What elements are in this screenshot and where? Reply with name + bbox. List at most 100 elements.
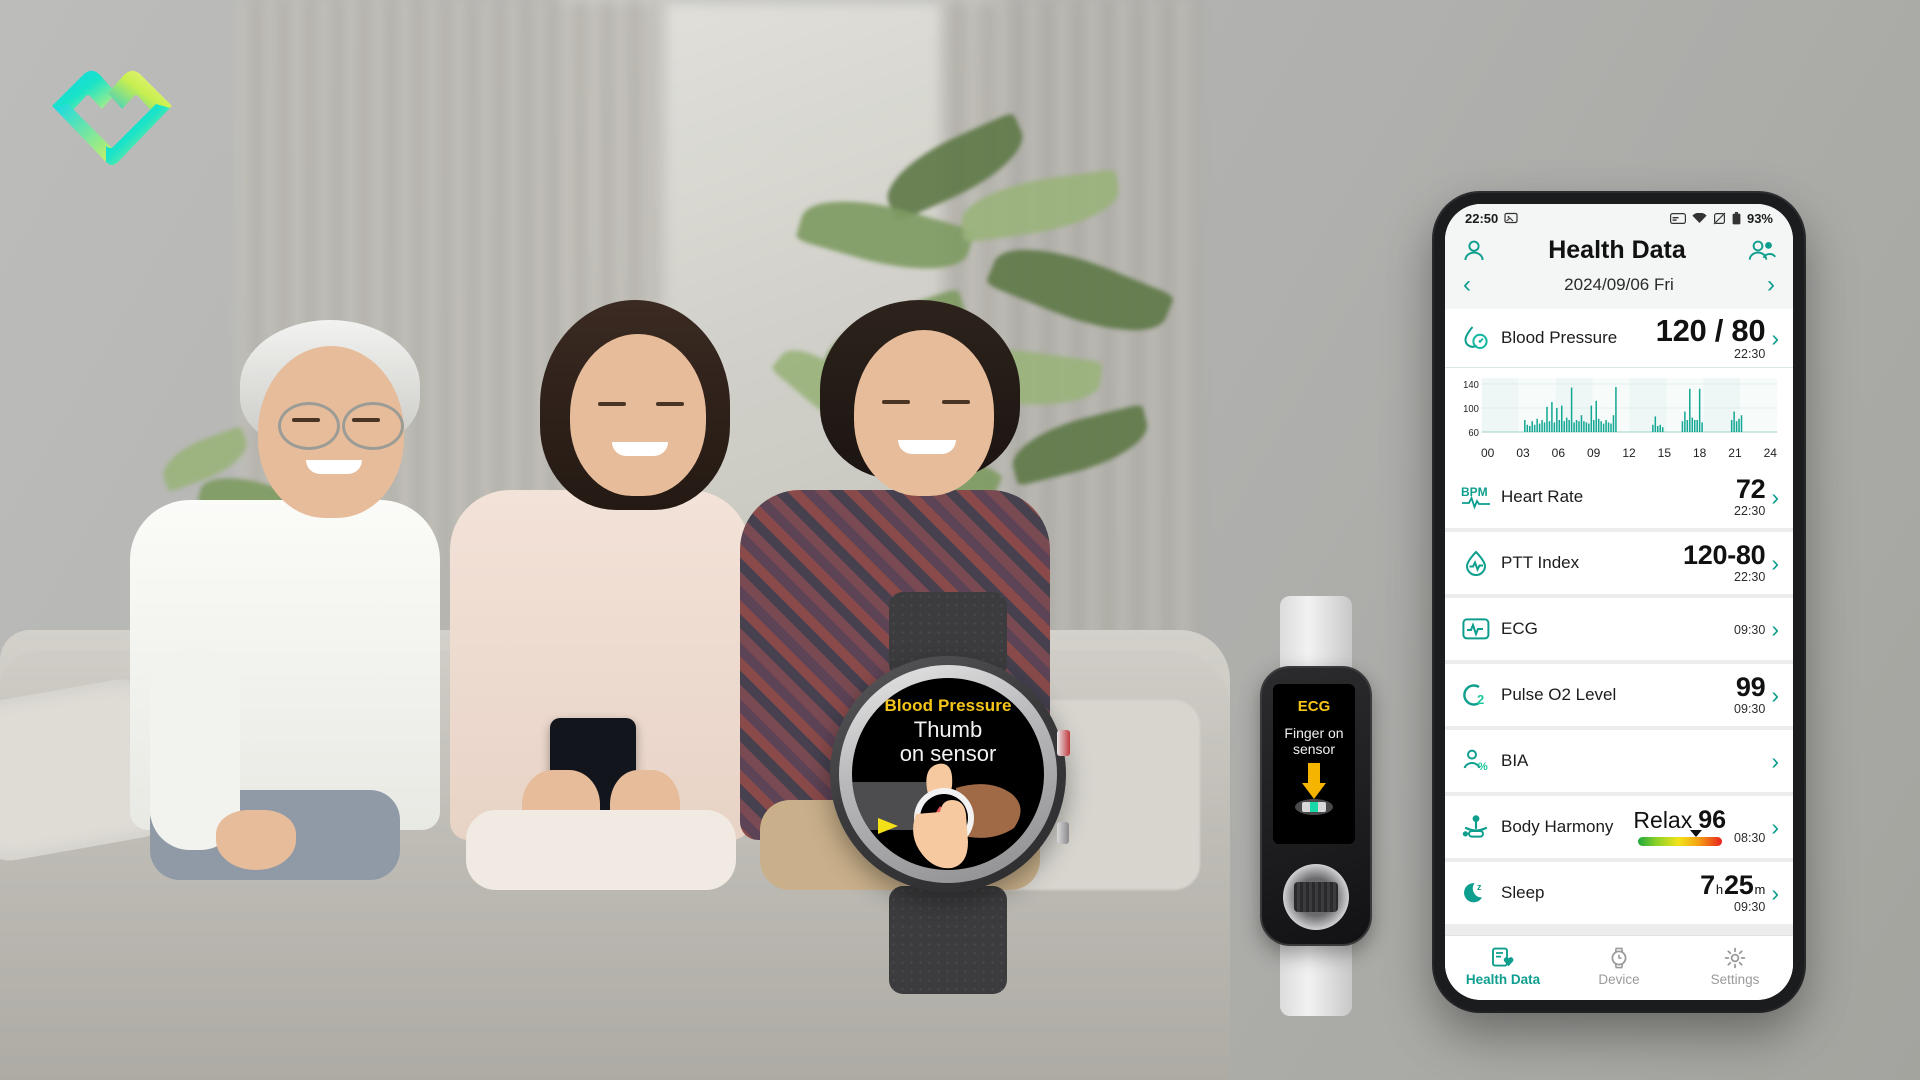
svg-text:%: % — [1478, 761, 1488, 773]
row-sleep[interactable]: z Sleep 7 h 25 m 09:30 › — [1445, 862, 1793, 924]
svg-text:60: 60 — [1468, 428, 1479, 439]
status-bar-right: 93% — [1669, 210, 1773, 226]
band-case: ECG Finger on sensor — [1260, 666, 1372, 946]
watch-strap-bottom — [889, 886, 1007, 994]
row-value: 120-80 — [1683, 540, 1766, 570]
row-value-group: 120-80 22:30 — [1683, 540, 1766, 585]
row-ptt-index[interactable]: PTT Index 120-80 22:30 › — [1445, 532, 1793, 594]
eye — [942, 400, 970, 404]
tab-label: Health Data — [1465, 972, 1541, 987]
eye — [882, 400, 910, 404]
row-bia[interactable]: % BIA › — [1445, 730, 1793, 792]
sleep-hours-unit: h — [1715, 882, 1724, 897]
chevron-right-icon[interactable]: › — [1771, 617, 1779, 641]
sleep-hours: 7 — [1700, 870, 1715, 900]
ptt-index-icon — [1461, 548, 1491, 578]
chevron-right-icon[interactable]: › — [1771, 551, 1779, 575]
chart-x-tick: 18 — [1692, 446, 1707, 460]
date-bar: ‹ 2024/09/06 Fri › — [1445, 273, 1793, 309]
wifi-icon — [1692, 212, 1707, 223]
row-label: ECG — [1501, 619, 1538, 638]
smartphone: 22:50 93% Health Data ‹ 2024/09/06 Fri ›… — [1434, 193, 1804, 1011]
smile — [306, 460, 362, 474]
eye — [656, 402, 684, 406]
chevron-right-icon[interactable]: › — [1767, 273, 1775, 297]
band-instruction-line2: sensor — [1292, 741, 1336, 757]
eye — [598, 402, 626, 406]
head — [570, 334, 706, 496]
chevron-right-icon[interactable]: › — [1771, 683, 1779, 707]
row-time: 09:30 — [1734, 702, 1766, 716]
row-value-group: 99 09:30 — [1734, 672, 1766, 717]
chart-x-tick: 21 — [1728, 446, 1742, 460]
bpm-icon: BPM — [1461, 482, 1491, 512]
sleep-minutes: 25 — [1724, 870, 1754, 900]
watch-crown-top[interactable] — [1057, 730, 1070, 756]
glasses — [342, 402, 404, 450]
row-label: Heart Rate — [1501, 487, 1584, 506]
blood-pressure-chart: 60 100 140 00 03 06 09 12 15 18 21 24 — [1445, 367, 1793, 466]
tab-health-data[interactable]: Health Data — [1446, 947, 1561, 987]
people-icon[interactable] — [1747, 238, 1777, 264]
body-harmony-meditation-icon — [1461, 812, 1491, 842]
harmony-gradient-bar — [1637, 830, 1722, 846]
chevron-right-icon[interactable]: › — [1771, 881, 1779, 905]
page-title: Health Data — [1548, 236, 1686, 264]
row-value-group: Relax 96 08:30 — [1633, 808, 1765, 846]
chart-x-tick: 09 — [1586, 446, 1601, 460]
row-value: 99 — [1735, 672, 1766, 702]
band-sensor-inner — [1294, 882, 1338, 912]
row-time: 22:30 — [1734, 504, 1766, 518]
pulse-o2-icon: 2 — [1461, 680, 1491, 710]
chart-x-tick: 06 — [1551, 446, 1566, 460]
row-pulse-o2[interactable]: 2 Pulse O2 Level 99 09:30 › — [1445, 664, 1793, 726]
watch-screen[interactable]: Blood Pressure Thumb on sensor — [852, 678, 1044, 870]
row-value-group: 7 h 25 m 09:30 — [1700, 872, 1766, 915]
band-screen-instruction: Finger on sensor — [1273, 725, 1355, 757]
chart-x-tick: 03 — [1516, 446, 1530, 460]
svg-text:BPM: BPM — [1461, 485, 1488, 499]
chevron-right-icon[interactable]: › — [1771, 815, 1779, 839]
harmony-marker — [1689, 830, 1702, 837]
sleep-duration: 7 h 25 m — [1700, 872, 1765, 899]
chart-x-tick: 15 — [1657, 446, 1671, 460]
row-ecg[interactable]: ECG 09:30 › — [1445, 598, 1793, 660]
row-time: 22:30 — [1734, 570, 1766, 584]
person-icon[interactable] — [1461, 238, 1487, 264]
row-value-group: 120 / 80 22:30 — [1656, 315, 1766, 361]
band-screen[interactable]: ECG Finger on sensor — [1273, 684, 1355, 844]
row-time: 09:30 — [1734, 900, 1766, 914]
row-time: 09:30 — [1734, 622, 1766, 637]
sleep-moon-icon: z — [1461, 878, 1491, 908]
chevron-right-icon[interactable]: › — [1771, 326, 1779, 350]
leg — [466, 810, 736, 890]
band-instruction-line1: Finger on — [1284, 725, 1344, 741]
row-heart-rate[interactable]: BPM Heart Rate 72 22:30 › — [1445, 466, 1793, 528]
sleep-minutes-unit: m — [1754, 882, 1766, 897]
row-value-group: 72 22:30 — [1734, 474, 1766, 519]
chevron-right-icon[interactable]: › — [1771, 485, 1779, 509]
row-label: PTT Index — [1501, 553, 1580, 572]
health-data-icon — [1492, 947, 1514, 967]
chart-x-tick: 12 — [1622, 446, 1636, 460]
tab-device[interactable]: Device — [1562, 947, 1677, 987]
tab-settings[interactable]: Settings — [1678, 947, 1793, 987]
app-bar: Health Data — [1445, 232, 1793, 273]
chart-x-tick: 24 — [1763, 446, 1777, 460]
mute-icon — [1713, 212, 1726, 224]
chevron-left-icon[interactable]: ‹ — [1463, 273, 1471, 297]
row-time: 22:30 — [1734, 347, 1766, 361]
row-body-harmony[interactable]: Body Harmony Relax 96 08:30 › — [1445, 796, 1793, 858]
svg-text:100: 100 — [1463, 404, 1479, 415]
watch-crown-bottom[interactable] — [1057, 822, 1069, 844]
tab-label: Settings — [1710, 972, 1760, 987]
row-label: Sleep — [1501, 883, 1545, 902]
smartwatch: Blood Pressure Thumb on sensor — [818, 592, 1078, 994]
row-value: 72 — [1735, 474, 1766, 504]
battery-percent: 93% — [1746, 210, 1773, 226]
row-blood-pressure[interactable]: Blood Pressure 120 / 80 22:30 › — [1445, 309, 1793, 367]
phone-screen: 22:50 93% Health Data ‹ 2024/09/06 Fri ›… — [1445, 204, 1793, 1000]
chevron-right-icon[interactable]: › — [1771, 749, 1779, 773]
harmony-score: 96 — [1698, 806, 1727, 834]
status-bar-left: 22:50 — [1465, 211, 1518, 226]
